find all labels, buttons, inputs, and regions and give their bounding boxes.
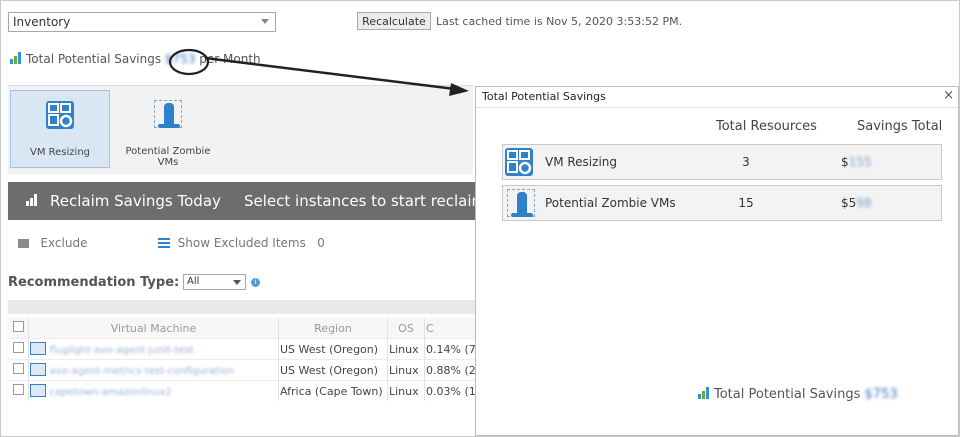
annotation-overlay	[168, 48, 469, 96]
annotation-arrow-head	[449, 83, 469, 96]
annotation-circle	[168, 48, 210, 76]
annotation-arrow-line	[204, 56, 456, 91]
